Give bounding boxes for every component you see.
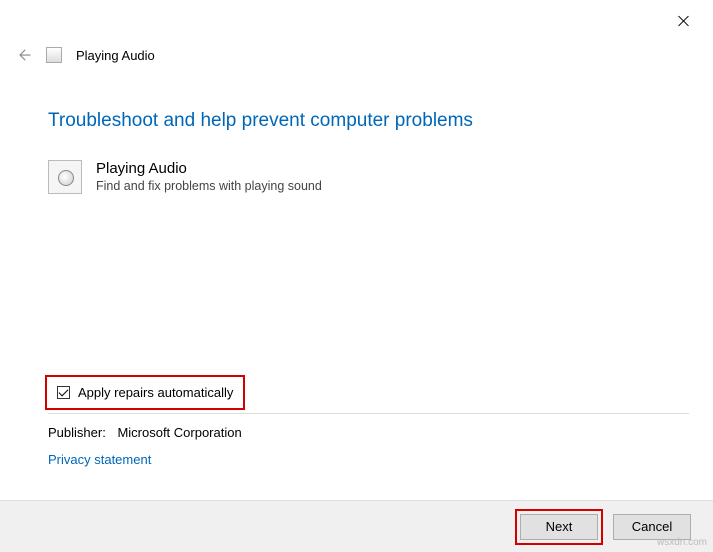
main-content: Troubleshoot and help prevent computer p… [48,110,689,194]
divider [48,413,689,414]
footer-bar: Next Cancel [0,500,713,552]
item-title: Playing Audio [96,160,322,177]
troubleshooter-item: Playing Audio Find and fix problems with… [48,160,689,194]
page-heading: Troubleshoot and help prevent computer p… [48,110,689,132]
watermark: wsxdn.com [657,537,707,548]
apply-repairs-checkbox[interactable] [57,386,70,399]
publisher-row: Publisher: Microsoft Corporation [48,425,242,440]
next-button[interactable]: Next [520,514,598,540]
window-title: Playing Audio [76,48,155,63]
publisher-label: Publisher: [48,425,106,440]
privacy-statement-link[interactable]: Privacy statement [48,452,151,467]
back-arrow-icon[interactable] [14,46,32,64]
cancel-button[interactable]: Cancel [613,514,691,540]
apply-repairs-row[interactable]: Apply repairs automatically [45,375,245,410]
publisher-value: Microsoft Corporation [117,425,241,440]
app-icon [46,47,62,63]
header-row: Playing Audio [14,46,155,64]
item-description: Find and fix problems with playing sound [96,179,322,193]
speaker-icon [48,160,82,194]
close-icon[interactable] [677,14,691,28]
apply-repairs-label: Apply repairs automatically [78,385,233,400]
